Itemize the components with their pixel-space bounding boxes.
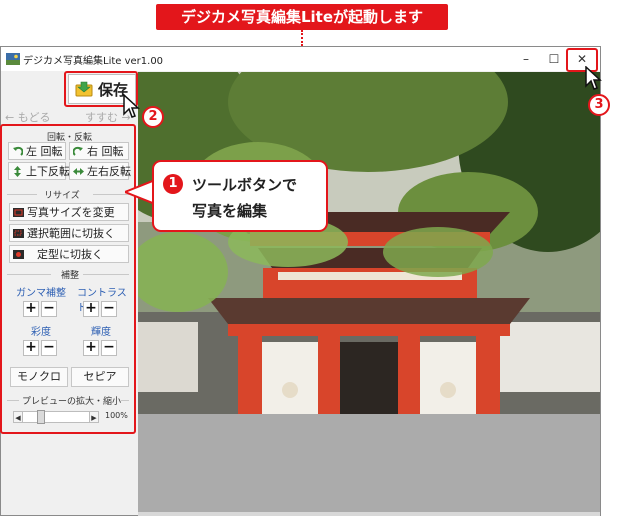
title-bar: デジカメ写真編集Lite ver1.00 – ☐ ✕ bbox=[1, 47, 600, 71]
image-canvas[interactable] bbox=[138, 72, 600, 512]
undo-button[interactable]: ← もどる bbox=[5, 109, 51, 125]
step-three-badge: 3 bbox=[588, 94, 610, 116]
minimize-button[interactable]: – bbox=[511, 49, 541, 69]
toolbar-callout bbox=[152, 160, 328, 232]
step-two-badge: 2 bbox=[142, 106, 164, 128]
callout-line-two: 写真を編集 bbox=[192, 202, 268, 220]
callout-pointer bbox=[125, 178, 155, 206]
photo-illustration bbox=[138, 72, 600, 414]
app-icon bbox=[6, 53, 20, 65]
tool-panel-highlight bbox=[0, 124, 136, 434]
mouse-cursor-icon bbox=[585, 66, 602, 90]
launch-banner: デジカメ写真編集Liteが起動します bbox=[156, 4, 448, 30]
callout-step-number: 1 bbox=[163, 174, 183, 194]
mouse-cursor-icon bbox=[123, 94, 140, 118]
banner-connector bbox=[301, 30, 303, 46]
callout-line-one: ツールボタンで bbox=[192, 176, 298, 194]
screenshot-stage: デジカメ写真編集Liteが起動します デジカメ写真編集Lite ver1.00 … bbox=[0, 0, 617, 518]
status-bar bbox=[138, 512, 600, 516]
window-title: デジカメ写真編集Lite ver1.00 bbox=[23, 56, 164, 67]
shrine-gate-photo bbox=[138, 72, 600, 414]
maximize-button[interactable]: ☐ bbox=[539, 49, 569, 69]
